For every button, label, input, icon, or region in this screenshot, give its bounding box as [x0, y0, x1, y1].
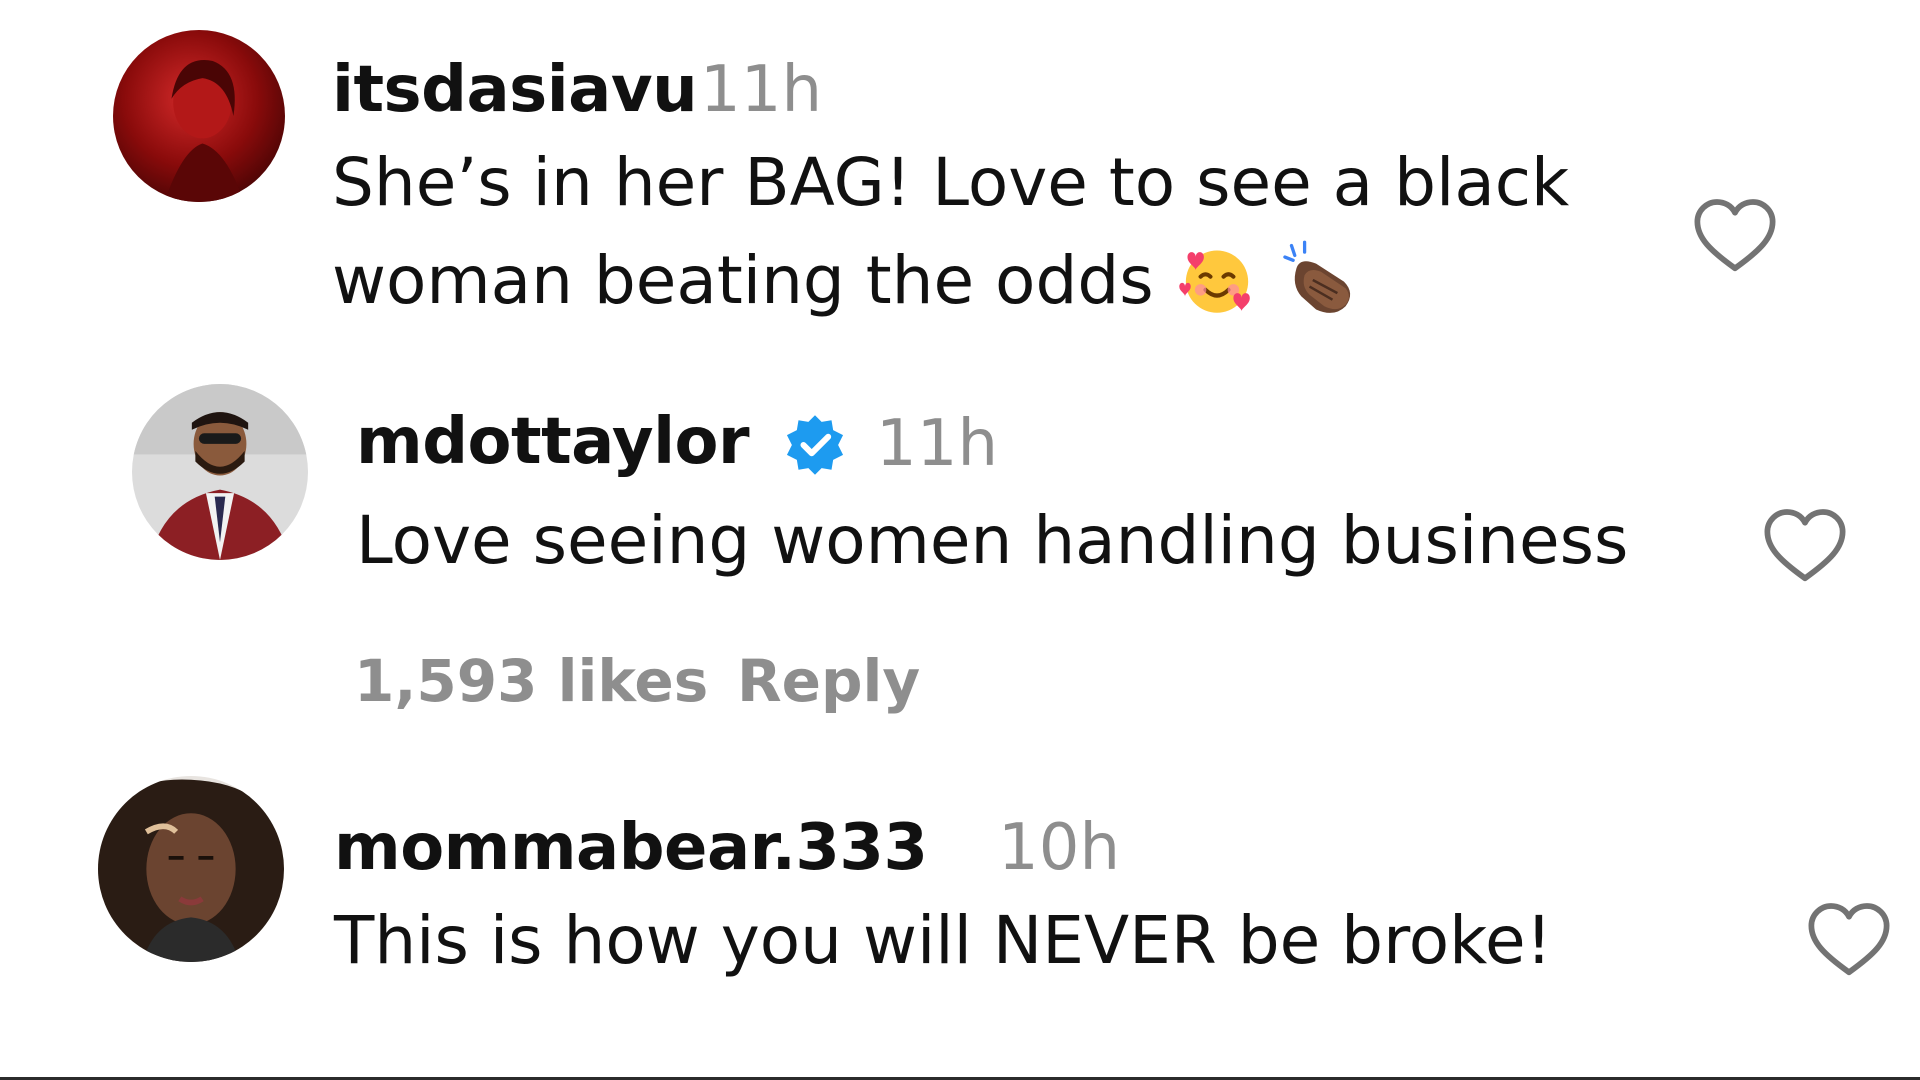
smiling-face-with-hearts-emoji — [1176, 239, 1258, 321]
comment-text-line-1: She’s in her BAG! Love to see a black — [332, 144, 1570, 221]
verified-badge-icon — [782, 412, 848, 478]
username[interactable]: itsdasiavu — [332, 58, 698, 122]
avatar-image — [113, 30, 285, 202]
avatar[interactable] — [132, 384, 308, 560]
comment-itsdasiavu: itsdasiavu 11h She’s in her BAG! Love to… — [0, 0, 1920, 360]
timestamp: 11h — [700, 53, 822, 127]
avatar[interactable] — [98, 776, 284, 962]
username[interactable]: mdottaylor — [356, 410, 750, 474]
comment-mommabear333: mommabear.333 10h This is how you will N… — [0, 740, 1920, 1080]
comments-panel: itsdasiavu 11h She’s in her BAG! Love to… — [0, 0, 1920, 1080]
timestamp: 11h — [876, 407, 998, 481]
comment-text: woman beating the odds — [332, 242, 1154, 319]
username[interactable]: mommabear.333 — [334, 816, 928, 880]
comment-text-line-2: woman beating the odds — [332, 232, 1362, 330]
avatar-image — [98, 776, 284, 962]
likes-count[interactable]: 1,593 likes — [354, 652, 708, 710]
like-heart-icon[interactable] — [1762, 506, 1848, 586]
comment-text: Love seeing women handling business — [356, 502, 1629, 579]
timestamp: 10h — [998, 811, 1120, 885]
avatar-image — [132, 384, 308, 560]
comment-text: This is how you will NEVER be broke! — [334, 902, 1553, 979]
like-heart-icon[interactable] — [1692, 196, 1778, 276]
comment-mdottaylor: mdottaylor 11h Love seeing women handlin… — [0, 360, 1920, 740]
clapping-hands-emoji — [1280, 239, 1362, 321]
avatar[interactable] — [113, 30, 285, 202]
like-heart-icon[interactable] — [1806, 900, 1892, 980]
reply-button[interactable]: Reply — [737, 652, 920, 710]
